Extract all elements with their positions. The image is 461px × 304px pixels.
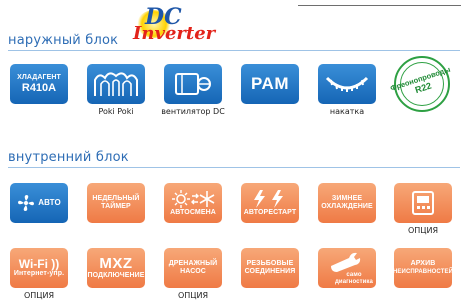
fault-archive-badge: АРХИВ НЕИСПРАВНОСТЕЙ [394, 248, 452, 288]
fan-icon [18, 195, 35, 211]
refrigerant-r410a-badge: ХЛАДАГЕНТ R410A [10, 64, 68, 104]
indoor-section-rule [8, 167, 460, 168]
auto-label: АВТО [38, 198, 61, 207]
winter-cooling-badge: ЗИМНЕЕ ОХЛАЖДЕНИЕ [318, 183, 376, 223]
pam-label: PAM [250, 74, 289, 93]
weekly-timer-line2: ТАЙМЕР [101, 203, 131, 210]
dc-fan-badge [164, 64, 222, 104]
drain-pump-line2: НАСОС [180, 268, 206, 275]
nakatka-badge [318, 64, 376, 104]
wifi-text: Wi-Fi [18, 257, 48, 271]
outdoor-section-rule [8, 50, 460, 51]
poki-poki-icon [94, 72, 138, 96]
auto-fan-badge: АВТО [10, 183, 68, 223]
autoswitch-label: АВТОСМЕНА [170, 209, 216, 216]
self-diag-line2: диагностика [335, 279, 373, 285]
wrench-icon [331, 252, 361, 272]
poki-poki-caption: Poki Poki [98, 107, 134, 116]
threaded-line1: РЕЗЬБОВЫЕ [246, 260, 294, 267]
r22-pipes-stamp: Фреонопроводы R22 [389, 56, 452, 112]
wifi-badge: Wi-Fi )) Интернет-упр. [10, 248, 68, 288]
wired-remote-badge [394, 183, 452, 223]
weekly-timer-line1: НЕДЕЛЬНЫЙ [92, 195, 140, 202]
autoswitch-badge: АВТОСМЕНА [164, 183, 222, 223]
top-divider [298, 0, 461, 6]
mxz-badge: MXZ ПОДКЛЮЧЕНИЕ [87, 248, 145, 288]
winter-cooling-line1: ЗИМНЕЕ [331, 195, 363, 202]
wifi-signal-icon: )) [47, 257, 60, 271]
fault-archive-line1: АРХИВ [410, 260, 436, 267]
mxz-line2: ПОДКЛЮЧЕНИЕ [87, 272, 145, 279]
indoor-section-title: внутренний блок [8, 150, 129, 165]
lightning-icon [254, 190, 283, 208]
refrigerant-value: R410A [21, 82, 57, 94]
option-caption-drain: ОПЦИЯ [177, 291, 209, 300]
dc-inverter-logo: DC Inverter [133, 6, 221, 48]
self-diag-line1: само [346, 272, 362, 278]
nakatka-icon [325, 76, 369, 92]
remote-controller-icon [412, 191, 434, 215]
nakatka-caption: накатка [329, 107, 365, 116]
self-diagnostics-badge: само диагностика [318, 248, 376, 288]
autorestart-label: АВТОРЕСТАРТ [243, 209, 297, 216]
winter-cooling-line2: ОХЛАЖДЕНИЕ [321, 203, 373, 210]
stamp-text: Фреонопроводы R22 [389, 51, 455, 117]
outdoor-section-title: наружный блок [8, 33, 119, 48]
pam-badge: PAM [241, 64, 299, 104]
fault-archive-line2: НЕИСПРАВНОСТЕЙ [394, 269, 452, 275]
mxz-line1: MXZ [99, 255, 133, 272]
dc-fan-caption: вентилятор DC [161, 107, 225, 116]
autorestart-badge: АВТОРЕСТАРТ [241, 183, 299, 223]
dc-fan-icon [175, 73, 211, 95]
drain-pump-line1: ДРЕНАЖНЫЙ [168, 260, 218, 267]
wifi-line2: Интернет-упр. [13, 270, 65, 277]
wifi-line1: Wi-Fi )) [19, 258, 60, 270]
weekly-timer-badge: НЕДЕЛЬНЫЙ ТАЙМЕР [87, 183, 145, 223]
refrigerant-label: ХЛАДАГЕНТ [17, 74, 61, 81]
poki-poki-badge [87, 64, 145, 104]
heat-cool-icon [172, 190, 215, 208]
drain-pump-badge: ДРЕНАЖНЫЙ НАСОС [164, 248, 222, 288]
threaded-line2: СОЕДИНЕНИЯ [244, 268, 296, 275]
option-caption-remote: ОПЦИЯ [407, 226, 439, 235]
option-caption-wifi: ОПЦИЯ [23, 291, 55, 300]
logo-inverter-text: Inverter [133, 23, 216, 44]
threaded-connections-badge: РЕЗЬБОВЫЕ СОЕДИНЕНИЯ [241, 248, 299, 288]
